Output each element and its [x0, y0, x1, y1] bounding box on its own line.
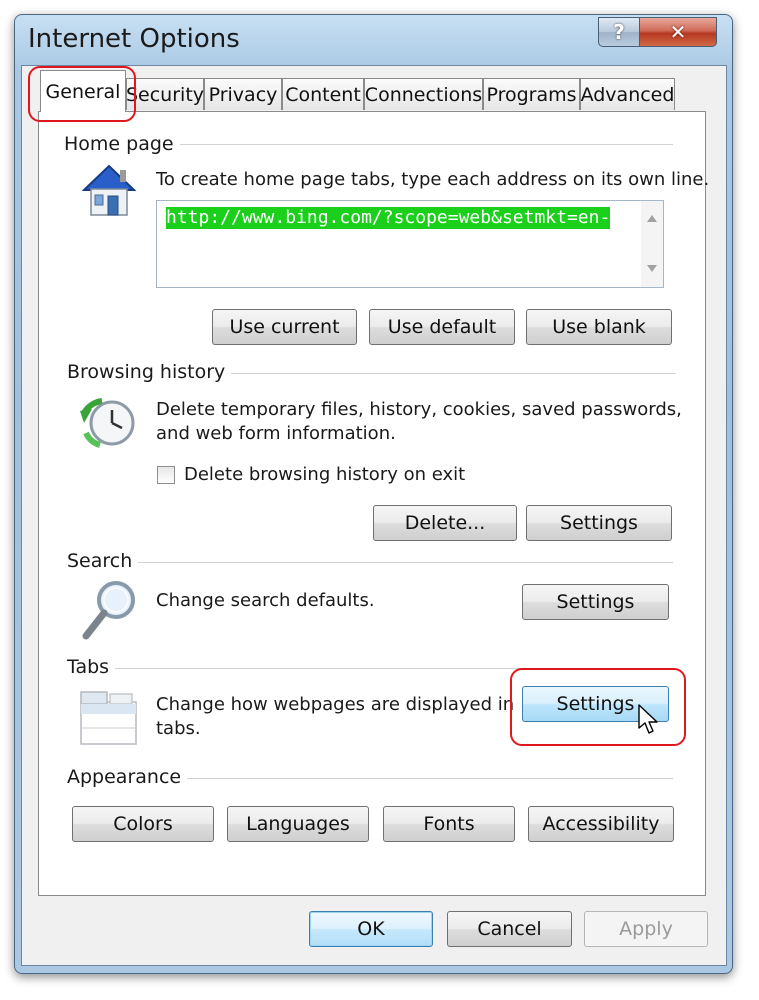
browsing-history-settings-button[interactable]: Settings — [526, 505, 672, 541]
use-blank-button[interactable]: Use blank — [526, 309, 672, 345]
cancel-button[interactable]: Cancel — [447, 911, 572, 947]
home-page-group-label: Home page — [64, 133, 180, 155]
close-icon: ✕ — [669, 20, 687, 44]
use-current-button[interactable]: Use current — [212, 309, 357, 345]
tab-advanced[interactable]: Advanced — [580, 78, 675, 110]
mouse-cursor-icon — [638, 704, 658, 734]
scroll-down-icon[interactable] — [647, 265, 657, 272]
ok-button[interactable]: OK — [309, 911, 433, 947]
apply-button[interactable]: Apply — [584, 911, 708, 947]
accessibility-button[interactable]: Accessibility — [528, 806, 674, 842]
general-tab-highlight — [28, 66, 136, 122]
delete-history-on-exit-label[interactable]: Delete browsing history on exit — [184, 463, 465, 486]
tab-connections[interactable]: Connections — [364, 78, 483, 110]
home-page-url: http://www.bing.com/?scope=web&setmkt=en… — [166, 207, 611, 229]
home-icon — [81, 164, 137, 216]
home-page-description: To create home page tabs, type each addr… — [156, 169, 710, 190]
languages-button[interactable]: Languages — [227, 806, 369, 842]
search-divider — [70, 562, 673, 563]
tabs-description-line1: Change how webpages are displayed in — [156, 694, 515, 715]
window-title: Internet Options — [28, 24, 240, 54]
close-button[interactable]: ✕ — [639, 17, 717, 47]
tab-security[interactable]: Security — [126, 78, 204, 110]
home-page-scrollbar[interactable] — [641, 201, 663, 287]
browsing-history-group-label: Browsing history — [67, 361, 232, 383]
search-group-label: Search — [67, 550, 139, 572]
use-default-button[interactable]: Use default — [369, 309, 515, 345]
tabs-description-line2: tabs. — [156, 718, 201, 739]
delete-button[interactable]: Delete... — [373, 505, 517, 541]
tabs-group-label: Tabs — [67, 656, 116, 678]
delete-history-on-exit-checkbox[interactable] — [157, 466, 175, 484]
tab-content[interactable]: Content — [282, 78, 364, 110]
search-settings-button[interactable]: Settings — [522, 584, 669, 620]
home-page-textarea[interactable]: http://www.bing.com/?scope=web&setmkt=en… — [156, 200, 664, 288]
fonts-button[interactable]: Fonts — [383, 806, 515, 842]
tab-programs[interactable]: Programs — [483, 78, 580, 110]
appearance-group-label: Appearance — [67, 766, 188, 788]
browsing-history-description-line1: Delete temporary files, history, cookies… — [156, 399, 682, 420]
magnifier-icon — [82, 581, 135, 640]
history-clock-icon — [80, 398, 135, 448]
help-button[interactable]: ? — [598, 17, 640, 47]
help-icon: ? — [613, 20, 625, 44]
tabs-icon — [80, 691, 137, 745]
tab-privacy[interactable]: Privacy — [204, 78, 282, 110]
search-description: Change search defaults. — [156, 590, 375, 611]
scroll-up-icon[interactable] — [647, 215, 657, 222]
colors-button[interactable]: Colors — [72, 806, 214, 842]
browsing-history-description-line2: and web form information. — [156, 423, 396, 444]
